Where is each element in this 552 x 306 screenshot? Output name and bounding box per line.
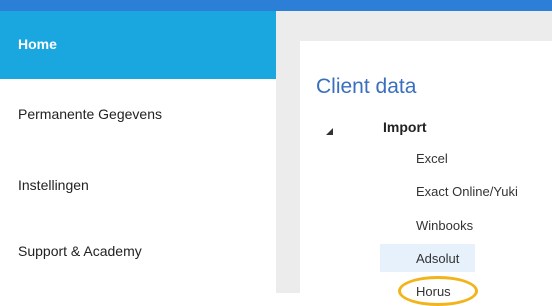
highlight-annotation-ring (398, 276, 478, 306)
tree-item-winbooks[interactable]: Winbooks (380, 211, 500, 239)
sidebar-item-home[interactable]: Home (0, 11, 276, 79)
sidebar-item-label: Permanente Gegevens (18, 106, 162, 122)
sidebar-item-label: Instellingen (18, 177, 89, 193)
tree-item-label: Excel (416, 150, 448, 166)
sidebar-item-permanente-gegevens[interactable]: Permanente Gegevens (0, 80, 276, 148)
main-content-area: Client data Import Excel Exact Online/Yu… (276, 11, 552, 299)
caret-down-left-icon[interactable] (324, 124, 336, 136)
tree-item-label: Exact Online/Yuki (416, 183, 518, 199)
tree-node-import[interactable]: Import (383, 119, 427, 135)
tree-item-label: Adsolut (416, 250, 460, 266)
client-data-panel: Client data Import Excel Exact Online/Yu… (300, 41, 552, 299)
sidebar-item-instellingen[interactable]: Instellingen (0, 151, 276, 219)
sidebar: Home Permanente Gegevens Instellingen Su… (0, 11, 276, 293)
tree-item-label: Winbooks (416, 217, 474, 233)
tree-item-exact-online-yuki[interactable]: Exact Online/Yuki (380, 177, 518, 205)
sidebar-item-support-academy[interactable]: Support & Academy (0, 217, 276, 285)
tree-item-excel[interactable]: Excel (380, 144, 500, 172)
sidebar-item-label: Support & Academy (18, 243, 142, 259)
sidebar-item-label: Home (18, 36, 57, 52)
tree-item-adsolut[interactable]: Adsolut (380, 244, 475, 272)
top-accent-bar (0, 0, 552, 11)
page-title: Client data (316, 75, 417, 98)
